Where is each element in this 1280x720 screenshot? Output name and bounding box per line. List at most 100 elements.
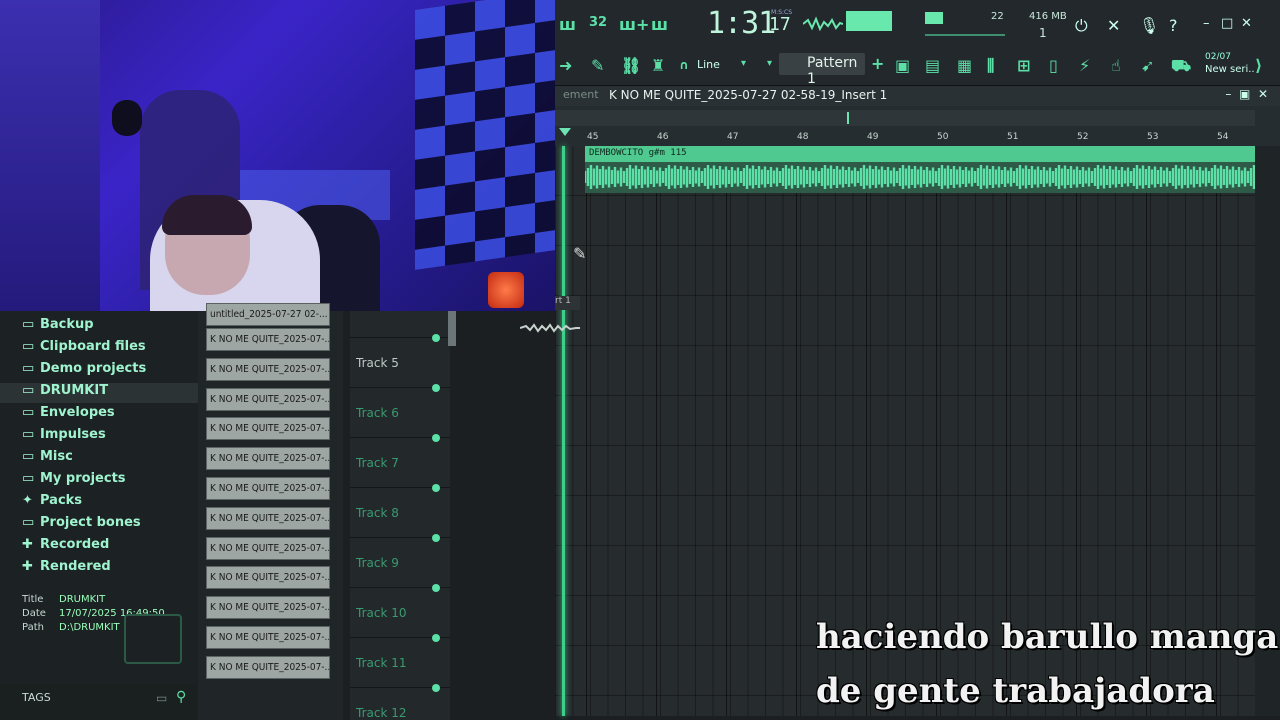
timeline-ruler[interactable]: 45 46 47 48 49 50 51 52 53 54 — [555, 106, 1280, 146]
file-item-partial[interactable]: untitled_2025-07-27 02-... — [206, 303, 330, 326]
track-header[interactable]: Track 12 — [350, 684, 450, 720]
browser-folder-label: Project bones — [40, 515, 141, 530]
add-pattern-icon[interactable]: + — [871, 54, 884, 73]
snap-select[interactable]: Line — [697, 58, 747, 74]
file-item[interactable]: K NO ME QUITE_2025-07-... — [206, 536, 330, 560]
news-title[interactable]: New seri.. — [1205, 64, 1255, 75]
piano-roll-icon[interactable]: ▤ — [925, 56, 940, 75]
track-name[interactable]: Track 9 — [356, 556, 399, 570]
time-display[interactable]: 1:31 — [707, 6, 776, 41]
track-mute-led[interactable] — [432, 434, 440, 442]
tempo-icon[interactable]: 32 — [589, 15, 607, 30]
main-toolbar: ш 32 ш+ ш 1:31 M:S:CS 17 22 416 MB 1 ⏻ ✕… — [555, 0, 1280, 87]
browser-folder[interactable]: ▭ My projects — [22, 471, 126, 491]
browser-tree-icon[interactable]: ⊞ — [1017, 56, 1030, 75]
playlist-window-buttons[interactable]: – ▣ ✕ — [1225, 87, 1268, 101]
playlist-icon[interactable]: ▣ — [895, 56, 910, 75]
playhead-marker[interactable] — [559, 128, 571, 136]
microphone-record-icon[interactable]: 🎙 — [1139, 16, 1159, 35]
audio-clip-header[interactable]: DEMBOWCITO g#m 115 — [585, 146, 1255, 162]
browser-folder[interactable]: ▭ Misc — [22, 449, 73, 469]
track-name[interactable]: Track 10 — [356, 606, 406, 620]
minimize-icon[interactable]: – — [1203, 16, 1210, 31]
channel-rack-icon[interactable]: ▦ — [957, 56, 972, 75]
swing-icon[interactable]: ш — [651, 15, 668, 34]
track-mute-led[interactable] — [432, 534, 440, 542]
mixer-icon[interactable]: ⫼ — [987, 56, 994, 76]
file-item[interactable]: K NO ME QUITE_2025-07-... — [206, 328, 330, 351]
browser-folder[interactable]: ▭ DRUMKIT — [0, 383, 198, 403]
file-item[interactable]: K NO ME QUITE_2025-07-... — [206, 655, 330, 679]
browser-folder[interactable]: ✚ Rendered — [22, 559, 111, 579]
close-icon[interactable]: ✕ — [1241, 16, 1252, 31]
pattern-selector[interactable]: Pattern 1 — [779, 53, 865, 87]
tags-button[interactable]: TAGS — [22, 691, 51, 704]
file-item[interactable]: K NO ME QUITE_2025-07-... — [206, 596, 330, 620]
chevron-down-icon[interactable]: ▾ — [741, 58, 746, 69]
cart-icon[interactable]: ⛟ — [1171, 56, 1191, 77]
track-mute-led[interactable] — [432, 634, 440, 642]
brush-icon[interactable]: ✎ — [591, 56, 604, 75]
browser-folder[interactable]: ✦ Packs — [22, 493, 82, 513]
open-folder-icon[interactable]: ▭ — [156, 691, 167, 705]
search-icon[interactable]: ⚲ — [176, 689, 186, 705]
track-name[interactable]: Track 7 — [356, 456, 399, 470]
file-item[interactable]: K NO ME QUITE_2025-07-... — [206, 357, 330, 381]
file-item[interactable]: K NO ME QUITE_2025-07-... — [206, 417, 330, 441]
file-item[interactable]: K NO ME QUITE_2025-07-... — [206, 387, 330, 411]
track-header[interactable]: Track 5 — [350, 334, 450, 387]
document-icon[interactable]: ▯ — [1049, 56, 1058, 75]
browser-folder[interactable]: ▭ Envelopes — [22, 405, 115, 425]
help-icon[interactable]: ? — [1169, 16, 1178, 35]
pitch-icon[interactable]: ш+ — [619, 15, 649, 34]
browser-folder[interactable]: ▭ Clipboard files — [22, 339, 146, 359]
playlist-overview-scrollbar[interactable] — [555, 110, 1255, 126]
track-name[interactable]: Track 6 — [356, 406, 399, 420]
playhead[interactable] — [562, 146, 565, 716]
file-item[interactable]: K NO ME QUITE_2025-07-... — [206, 566, 330, 590]
track-name[interactable]: Track 8 — [356, 506, 399, 520]
playlist-title[interactable]: K NO ME QUITE_2025-07-27 02-58-19_Insert… — [609, 88, 887, 102]
track-mute-led[interactable] — [432, 484, 440, 492]
plugin-icon[interactable]: ⚡ — [1079, 56, 1090, 75]
track-mute-led[interactable] — [432, 334, 440, 342]
tools-icon[interactable]: ✕ — [1107, 16, 1120, 35]
arrow-right-icon[interactable]: ➜ — [559, 56, 572, 75]
magnet-icon[interactable]: ∩ — [679, 58, 689, 72]
audio-clip[interactable]: DEMBOWCITO g#m 115 — [585, 146, 1255, 193]
maximize-icon[interactable]: □ — [1221, 16, 1233, 31]
mixer-knob-icon[interactable]: ш — [559, 15, 576, 34]
track-scrollbar[interactable] — [448, 311, 456, 346]
track-header[interactable]: Track 11 — [350, 634, 450, 687]
track-mute-led[interactable] — [432, 384, 440, 392]
browser-folder[interactable]: ▭ Backup — [22, 317, 94, 337]
track-header[interactable]: Track 9 — [350, 534, 450, 587]
track-name[interactable]: Track 11 — [356, 656, 406, 670]
track-header[interactable]: Track 8 — [350, 484, 450, 537]
browser-folder[interactable]: ▭ Demo projects — [22, 361, 146, 381]
send-icon[interactable]: ➹ — [1141, 56, 1154, 75]
file-item[interactable]: K NO ME QUITE_2025-07-... — [206, 506, 330, 530]
stamp-icon[interactable]: ♜ — [651, 56, 665, 75]
track-mute-led[interactable] — [432, 684, 440, 692]
browser-folder-label: Recorded — [40, 537, 110, 552]
pattern-chevron-icon[interactable]: ▾ — [767, 58, 772, 69]
track-header[interactable]: Track 10 — [350, 584, 450, 637]
browser-folder[interactable]: ▭ Project bones — [22, 515, 141, 535]
file-item[interactable]: K NO ME QUITE_2025-07-... — [206, 477, 330, 500]
power-icon[interactable]: ⏻ — [1075, 16, 1088, 36]
track-name[interactable]: Track 12 — [356, 706, 406, 720]
track-name[interactable]: Track 5 — [356, 356, 399, 370]
file-item[interactable]: K NO ME QUITE_2025-07-... — [206, 447, 330, 471]
track-mute-led[interactable] — [432, 584, 440, 592]
track-header[interactable]: Track 7 — [350, 434, 450, 487]
browser-folder[interactable]: ▭ Impulses — [22, 427, 106, 447]
track-header[interactable]: Track 6 — [350, 384, 450, 437]
file-item[interactable]: K NO ME QUITE_2025-07-... — [206, 626, 330, 649]
browser-folder[interactable]: ✚ Recorded — [22, 537, 109, 557]
browser-panel: ▭ Backup ▭ Clipboard files ▭ Demo projects ▭ DR… — [0, 311, 198, 720]
link-icon[interactable]: ⛓ — [621, 56, 641, 75]
touch-icon[interactable]: ☝ — [1111, 56, 1121, 75]
mini-audio-clip[interactable] — [520, 320, 580, 336]
news-next-icon[interactable]: ⟩ — [1255, 56, 1262, 75]
